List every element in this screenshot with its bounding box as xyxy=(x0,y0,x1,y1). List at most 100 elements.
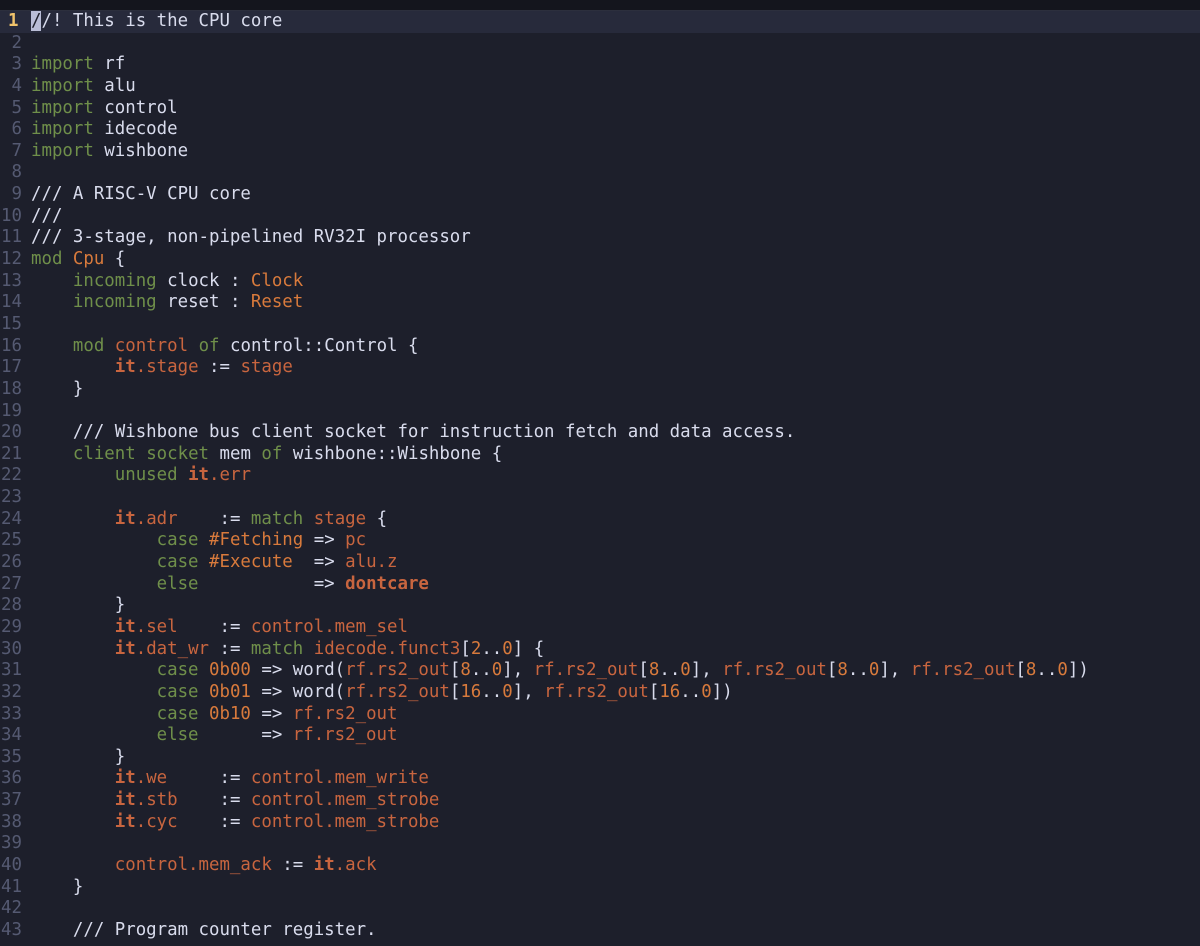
code-line[interactable]: 23 xyxy=(0,487,1200,509)
line-text: incoming reset : Reset xyxy=(31,292,303,314)
code-line[interactable]: 14 incoming reset : Reset xyxy=(0,292,1200,314)
code-line[interactable]: 25 case #Fetching => pc xyxy=(0,530,1200,552)
line-text: /// A RISC-V CPU core xyxy=(31,184,251,206)
code-line[interactable]: 18 } xyxy=(0,379,1200,401)
code-line[interactable]: 6 import idecode xyxy=(0,119,1200,141)
code-line[interactable]: 17 it.stage := stage xyxy=(0,357,1200,379)
code-token: incoming xyxy=(72,292,157,313)
code-line[interactable]: 15 xyxy=(0,314,1200,336)
code-token: it xyxy=(114,616,136,637)
line-text: unused it.err xyxy=(31,465,251,487)
code-token: rf.rs2_out xyxy=(345,660,450,681)
code-line[interactable]: 41 } xyxy=(0,877,1200,899)
code-token: [ xyxy=(460,638,471,659)
code-line[interactable]: 12 mod Cpu { xyxy=(0,249,1200,271)
code-line[interactable]: 27 else => dontcare xyxy=(0,574,1200,596)
code-token: of xyxy=(198,335,220,356)
code-area[interactable]: 1//! This is the CPU core 2 3 import rf 4 imp… xyxy=(0,11,1200,942)
code-line[interactable]: 35 } xyxy=(0,747,1200,769)
code-line[interactable]: 21 client socket mem of wishbone::Wishbo… xyxy=(0,444,1200,466)
code-token: wishbone xyxy=(93,140,189,161)
code-line[interactable]: 39 xyxy=(0,833,1200,855)
code-token: #Fetching xyxy=(209,530,304,551)
code-line[interactable]: 5 import control xyxy=(0,98,1200,120)
line-number: 36 xyxy=(1,768,22,789)
code-line[interactable]: 29 it.sel := control.mem_sel xyxy=(0,617,1200,639)
code-line[interactable]: 7 import wishbone xyxy=(0,141,1200,163)
code-line[interactable]: 9 /// A RISC-V CPU core xyxy=(0,184,1200,206)
code-line[interactable]: 38 it.cyc := control.mem_strobe xyxy=(0,812,1200,834)
code-line[interactable]: 36 it.we := control.mem_write xyxy=(0,768,1200,790)
code-token: .cyc xyxy=(135,811,178,832)
line-number: 29 xyxy=(1,616,22,637)
line-number: 38 xyxy=(1,811,22,832)
code-line[interactable]: 8 xyxy=(0,162,1200,184)
code-token: 0b01 xyxy=(209,681,251,702)
code-line[interactable]: 40 control.mem_ack := it.ack xyxy=(0,855,1200,877)
code-line[interactable]: 1 //! This is the CPU core xyxy=(0,11,1200,33)
code-token: case xyxy=(156,681,199,702)
line-text: incoming clock : Clock xyxy=(31,271,303,293)
line-number: 37 xyxy=(1,790,22,811)
code-token: => xyxy=(198,573,346,594)
line-number: 31 xyxy=(1,660,22,681)
code-line[interactable]: 33 case 0b10 => rf.rs2_out xyxy=(0,704,1200,726)
code-line[interactable]: 42 xyxy=(0,898,1200,920)
code-line[interactable]: 22 unused it.err xyxy=(0,465,1200,487)
line-number: 34 xyxy=(1,725,22,746)
code-line[interactable]: 31 case 0b00 => word(rf.rs2_out[8..0], r… xyxy=(0,660,1200,682)
line-number: 4 xyxy=(11,75,22,96)
code-line[interactable]: 13 incoming clock : Clock xyxy=(0,271,1200,293)
line-number: 30 xyxy=(1,638,22,659)
code-token: socket xyxy=(146,443,210,464)
code-token: Clock xyxy=(250,270,304,291)
code-line[interactable]: 19 xyxy=(0,401,1200,423)
line-number: 15 xyxy=(1,313,22,334)
code-token: import xyxy=(31,140,94,161)
code-editor[interactable]: 1//! This is the CPU core 2 3 import rf 4 imp… xyxy=(0,0,1200,946)
code-token: .sel xyxy=(135,616,178,637)
code-line[interactable]: 4 import alu xyxy=(0,76,1200,98)
code-line[interactable]: 28 } xyxy=(0,595,1200,617)
code-line[interactable]: 24 it.adr := match stage { xyxy=(0,509,1200,531)
code-line[interactable]: 34 else => rf.rs2_out xyxy=(0,725,1200,747)
code-line[interactable]: 32 case 0b01 => word(rf.rs2_out[16..0], … xyxy=(0,682,1200,704)
code-line[interactable]: 26 case #Execute => alu.z xyxy=(0,552,1200,574)
code-line[interactable]: 11 /// 3-stage, non-pipelined RV32I proce… xyxy=(0,227,1200,249)
code-token: { xyxy=(104,249,126,270)
code-token: .stage xyxy=(135,357,199,378)
code-line[interactable]: 20 /// Wishbone bus client socket for in… xyxy=(0,422,1200,444)
line-number: 21 xyxy=(1,443,22,464)
code-token: 8 xyxy=(460,660,471,681)
code-line[interactable]: 30 it.dat_wr := match idecode.funct3[2..… xyxy=(0,639,1200,661)
line-text: import rf xyxy=(31,54,125,76)
line-number: 14 xyxy=(1,292,22,313)
code-token: mod xyxy=(72,335,105,356)
code-line[interactable]: 3 import rf xyxy=(0,54,1200,76)
code-token: rf.rs2_out xyxy=(544,681,649,702)
code-line[interactable]: 2 xyxy=(0,33,1200,55)
code-line[interactable]: 16 mod control of control::Control { xyxy=(0,336,1200,358)
code-line[interactable]: 10 /// xyxy=(0,206,1200,228)
code-token: wishbone::Wishbone { xyxy=(282,443,503,464)
code-token: /! This is the CPU core xyxy=(41,11,283,31)
code-token: := xyxy=(177,508,251,529)
code-token: /// Wishbone bus client socket for instr… xyxy=(72,422,796,443)
code-line[interactable]: 43 /// Program counter register. xyxy=(0,920,1200,942)
code-token: else xyxy=(156,573,199,594)
code-line[interactable]: 37 it.stb := control.mem_strobe xyxy=(0,790,1200,812)
code-token: ], xyxy=(512,681,545,702)
code-token: [ xyxy=(826,660,838,681)
line-number: 28 xyxy=(1,595,22,616)
code-token: 2 xyxy=(470,638,482,659)
